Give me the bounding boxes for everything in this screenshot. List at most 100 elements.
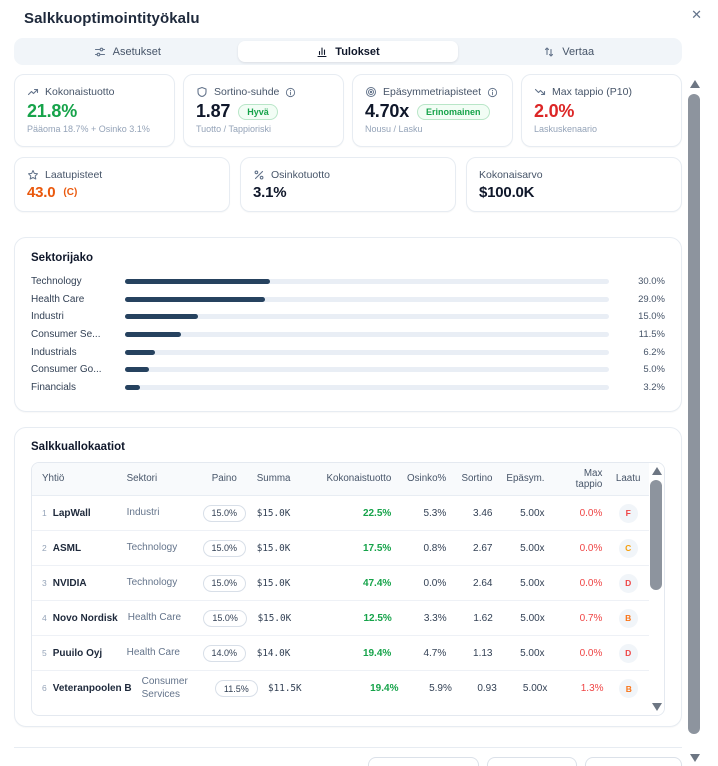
company-cell: 5Puuilo Oyj — [32, 646, 122, 661]
column-header-kokonaistuotto: Kokonaistuotto — [312, 473, 396, 484]
company-cell: 3NVIDIA — [32, 576, 122, 591]
asymmetry-cell: 5.00x — [497, 541, 549, 556]
metric-subtitle: Nousu / Lasku — [365, 124, 500, 134]
metric-subtitle: Laskuskenaario — [534, 124, 669, 134]
total-return-cell: 19.4% — [312, 646, 396, 661]
metric-label: Kokonaisarvo — [479, 169, 543, 181]
page-title: Salkkuoptimointityökalu — [24, 10, 200, 27]
table-row: 4Novo NordiskHealth Care15.0%$15.0K12.5%… — [32, 601, 649, 636]
close-icon[interactable]: ✕ — [687, 4, 706, 25]
metric-label: Kokonaistuotto — [45, 86, 114, 98]
amount-cell: $15.0K — [252, 506, 313, 521]
row-number: 5 — [42, 648, 47, 658]
metric-cards-row-2: Laatupisteet43.0(C)Osinkotuotto3.1%Kokon… — [14, 157, 682, 212]
table-header-row: YhtiöSektoriPainoSummaKokonaistuottoOsin… — [32, 463, 649, 496]
metric-cards-row-1: Kokonaistuotto 21.8% Pääoma 18.7% + Osinko… — [14, 74, 682, 147]
grade-cell: B — [609, 677, 649, 700]
metric-label-row: Sortino-suhde — [196, 86, 331, 98]
sortino-cell: 3.46 — [451, 506, 497, 521]
sector-label: Consumer Go... — [31, 364, 115, 375]
sector-bar-track — [125, 332, 609, 337]
metric-label-row: Epäsymmetriapisteet — [365, 86, 500, 98]
metric-value-row: 3.1% — [253, 184, 443, 201]
table-scroll-down-icon[interactable] — [652, 703, 662, 711]
main-scrollbar-thumb[interactable] — [688, 94, 700, 734]
sector-label: Technology — [31, 276, 115, 287]
metric-label-row: Kokonaisarvo — [479, 169, 669, 181]
titlebar: Salkkuoptimointityökalu ✕ — [0, 0, 718, 36]
grade-cell: D — [607, 572, 649, 595]
table-row: 2ASMLTechnology15.0%$15.0K17.5%0.8%2.675… — [32, 531, 649, 566]
table-row: 1LapWallIndustri15.0%$15.0K22.5%5.3%3.46… — [32, 496, 649, 531]
sector-bar-track — [125, 385, 609, 390]
tab-label: Vertaa — [562, 46, 594, 58]
weight-cell: 14.0% — [197, 643, 252, 664]
main-scroll-down-icon[interactable] — [690, 754, 700, 762]
company-cell: 4Novo Nordisk — [32, 611, 123, 626]
main-scroll-up-icon[interactable] — [690, 80, 700, 88]
sector-chart-title: Sektorijako — [31, 252, 665, 264]
row-number: 3 — [42, 578, 47, 588]
sector-cell: Industri — [122, 505, 197, 522]
allocations-card: Salkkuallokaatiot YhtiöSektoriPainoSumma… — [14, 427, 682, 727]
weight-pill: 11.5% — [215, 680, 258, 697]
total-return-cell: 17.5% — [312, 541, 396, 556]
tab-vertaa[interactable]: Vertaa — [458, 41, 679, 62]
sector-row: Technology30.0% — [31, 273, 665, 291]
star-icon — [27, 169, 39, 181]
metric-value-row: 2.0% — [534, 101, 669, 122]
asymmetry-cell: 5.00x — [497, 646, 549, 661]
grade-cell: B — [607, 607, 649, 630]
table-scrollbar-thumb[interactable] — [650, 480, 662, 590]
weight-pill: 15.0% — [203, 505, 247, 522]
company-name: Novo Nordisk — [53, 613, 118, 624]
max-loss-cell: 1.3% — [552, 681, 608, 696]
column-header-osinko-: Osinko% — [396, 473, 451, 484]
sortino-cell: 0.93 — [457, 681, 502, 696]
tab-label: Tulokset — [335, 46, 379, 58]
grade-cell: F — [607, 502, 649, 525]
total-return-cell: 12.5% — [313, 611, 397, 626]
weight-cell: 15.0% — [197, 503, 252, 524]
tab-label: Asetukset — [113, 46, 161, 58]
grade-badge: D — [619, 574, 638, 593]
max-loss-cell: 0.0% — [550, 576, 608, 591]
muuta-asetuksia-button[interactable]: Muuta asetuksia — [368, 757, 478, 766]
table-scroll-up-icon[interactable] — [652, 467, 662, 475]
metric-value: 1.87 — [196, 101, 230, 122]
tab-tulokset[interactable]: Tulokset — [238, 41, 459, 62]
sector-row: Consumer Se...11.5% — [31, 326, 665, 344]
grade-badge: D — [619, 644, 638, 663]
weight-cell: 15.0% — [197, 538, 252, 559]
metric-card-osinkotuotto: Osinkotuotto 3.1% — [240, 157, 456, 212]
metric-label: Max tappio (P10) — [552, 86, 632, 98]
total-return-cell: 22.5% — [312, 506, 396, 521]
grade-badge: B — [619, 679, 638, 698]
sector-row: Consumer Go...5.0% — [31, 361, 665, 379]
metric-subtitle: Pääoma 18.7% + Osinko 3.1% — [27, 124, 162, 134]
column-header-paino: Paino — [197, 473, 252, 484]
vie-json-button[interactable]: Vie JSON — [585, 757, 682, 766]
metric-card-kokonaistuotto: Kokonaistuotto 21.8% Pääoma 18.7% + Osinko… — [14, 74, 175, 147]
amount-cell: $15.0K — [252, 541, 313, 556]
table-row: 6Veteranpoolen BConsumer Services11.5%$1… — [32, 671, 649, 706]
max-loss-cell: 0.0% — [550, 541, 608, 556]
vie-csv-button[interactable]: Vie CSV — [487, 757, 577, 766]
amount-cell: $15.0K — [253, 611, 314, 626]
tab-asetukset[interactable]: Asetukset — [17, 41, 238, 62]
asymmetry-cell: 5.00x — [497, 506, 549, 521]
trending-down-icon — [534, 86, 546, 98]
metric-value: 21.8% — [27, 101, 77, 122]
shield-icon — [196, 86, 208, 98]
sector-bar-fill — [125, 367, 149, 372]
metric-label: Osinkotuotto — [271, 169, 330, 181]
row-number: 1 — [42, 508, 47, 518]
main-scrollbar — [687, 80, 702, 762]
info-icon[interactable] — [487, 87, 498, 98]
sector-breakdown-card: Sektorijako Technology30.0%Health Care29… — [14, 237, 682, 412]
metric-label-row: Osinkotuotto — [253, 169, 443, 181]
column-header-yhti-: Yhtiö — [32, 473, 122, 484]
sector-row: Health Care29.0% — [31, 291, 665, 309]
column-header-sektori: Sektori — [122, 473, 197, 484]
info-icon[interactable] — [285, 87, 296, 98]
